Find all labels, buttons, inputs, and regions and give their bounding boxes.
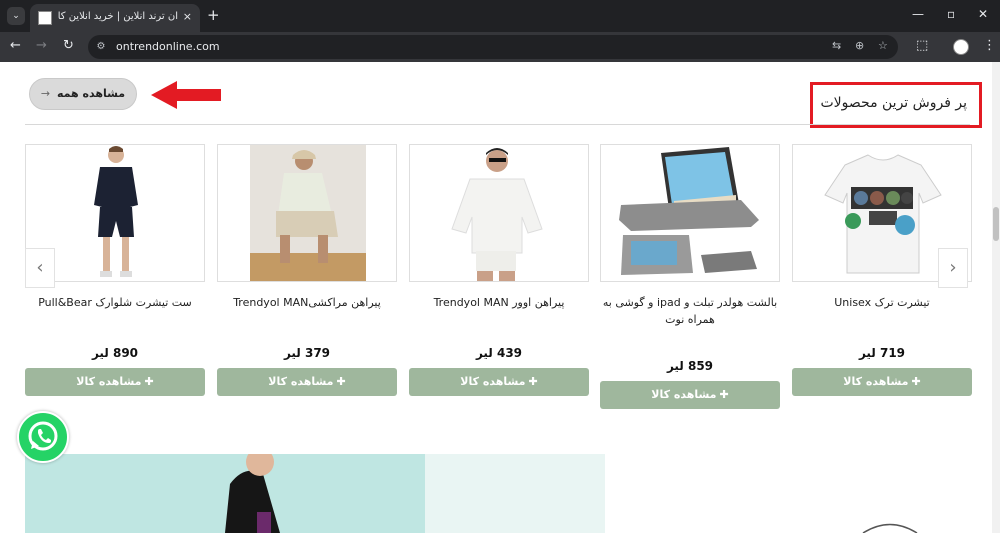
view-product-label: مشاهده کالا xyxy=(460,375,526,388)
url-text[interactable]: ontrendonline.com xyxy=(116,40,220,53)
view-product-button[interactable]: ✚مشاهده کالا xyxy=(600,381,780,409)
reload-icon[interactable]: ↻ xyxy=(63,38,74,53)
tab-search-button[interactable]: ⌄ xyxy=(7,7,25,25)
product-name[interactable]: تیشرت ترک Unisex xyxy=(792,294,972,311)
plus-icon: ✚ xyxy=(719,388,729,401)
oversize-shirt-man-image[interactable] xyxy=(409,144,589,282)
see-all-label: مشاهده همه xyxy=(56,87,126,100)
extensions-icon[interactable]: ⬚ xyxy=(916,38,928,53)
view-product-label: مشاهده کالا xyxy=(268,375,334,388)
close-window-button[interactable]: ✕ xyxy=(978,7,988,21)
bookmark-star-icon[interactable]: ☆ xyxy=(878,39,888,52)
view-product-button[interactable]: ✚مشاهده کالا xyxy=(409,368,589,396)
section-divider xyxy=(25,124,970,125)
translate-icon[interactable]: ⇆ xyxy=(832,39,841,52)
browser-toolbar: ← → ↻ ⚙ ontrendonline.com ⇆ ⊕ ☆ ⬚ ⋮ xyxy=(0,32,1000,62)
scrollbar-thumb[interactable] xyxy=(993,207,999,241)
moroccan-shirt-man-image[interactable] xyxy=(217,144,397,282)
product-price: 379 لیر xyxy=(283,346,331,360)
zoom-icon[interactable]: ⊕ xyxy=(855,39,864,52)
product-price: 859 لیر xyxy=(666,359,714,373)
view-product-label: مشاهده کالا xyxy=(843,375,909,388)
site-info-icon[interactable]: ⚙ xyxy=(94,40,108,54)
red-arrow-annotation-icon xyxy=(151,81,221,109)
view-product-label: مشاهده کالا xyxy=(76,375,142,388)
view-product-button[interactable]: ✚مشاهده کالا xyxy=(217,368,397,396)
tab-close-icon[interactable]: × xyxy=(183,10,192,23)
arrow-right-icon: → xyxy=(40,87,51,100)
banner-side-panel xyxy=(605,454,970,533)
tablet-pillow-image[interactable] xyxy=(600,144,780,282)
section-title: پر فروش ترین محصولات xyxy=(820,95,968,111)
page-scrollbar[interactable] xyxy=(992,62,1000,533)
browser-tab[interactable]: آن ترند آنلاین | خرید آنلاین کالا از ترک… xyxy=(30,4,200,32)
product-price: 439 لیر xyxy=(475,346,523,360)
view-product-button[interactable]: ✚مشاهده کالا xyxy=(792,368,972,396)
plus-icon: ✚ xyxy=(528,375,538,388)
view-product-label: مشاهده کالا xyxy=(651,388,717,401)
carousel-prev-button[interactable]: ‹ xyxy=(25,248,55,288)
plus-icon: ✚ xyxy=(911,375,921,388)
product-name[interactable]: ست تیشرت شلوارک Pull&Bear xyxy=(25,294,205,311)
back-icon[interactable]: ← xyxy=(10,38,21,53)
promo-banner[interactable] xyxy=(25,454,605,533)
minimize-button[interactable]: — xyxy=(912,7,924,21)
product-price: 719 لیر xyxy=(858,346,906,360)
see-all-button[interactable]: مشاهده همه → xyxy=(29,78,137,110)
profile-avatar[interactable] xyxy=(953,39,969,55)
whatsapp-icon[interactable] xyxy=(17,411,69,463)
tab-title: آن ترند آنلاین | خرید آنلاین کالا از ترک… xyxy=(58,11,178,22)
page-content: مشاهده همه → پر فروش ترین محصولات تیشرت … xyxy=(0,62,1000,533)
new-tab-button[interactable]: + xyxy=(207,6,220,24)
plus-icon: ✚ xyxy=(336,375,346,388)
address-bar[interactable]: ⚙ ontrendonline.com ⇆ ⊕ ☆ xyxy=(88,35,898,59)
forward-icon[interactable]: → xyxy=(36,38,47,53)
favicon-icon xyxy=(38,11,52,25)
view-product-button[interactable]: ✚مشاهده کالا xyxy=(25,368,205,396)
product-name[interactable]: پیراهن مراکشیTrendyol MAN xyxy=(217,294,397,311)
section-title-highlight: پر فروش ترین محصولات xyxy=(810,82,982,128)
browser-menu-icon[interactable]: ⋮ xyxy=(983,38,996,53)
product-name[interactable]: بالشت هولدر تبلت و ipad و گوشی به همراه … xyxy=(600,294,780,328)
product-name[interactable]: پیراهن اوور Trendyol MAN xyxy=(409,294,589,311)
browser-tab-strip: ⌄ آن ترند آنلاین | خرید آنلاین کالا از ت… xyxy=(0,0,1000,32)
product-price: 890 لیر xyxy=(91,346,139,360)
plus-icon: ✚ xyxy=(144,375,154,388)
carousel-next-button[interactable]: › xyxy=(938,248,968,288)
maximize-button[interactable]: ▫ xyxy=(947,7,955,21)
